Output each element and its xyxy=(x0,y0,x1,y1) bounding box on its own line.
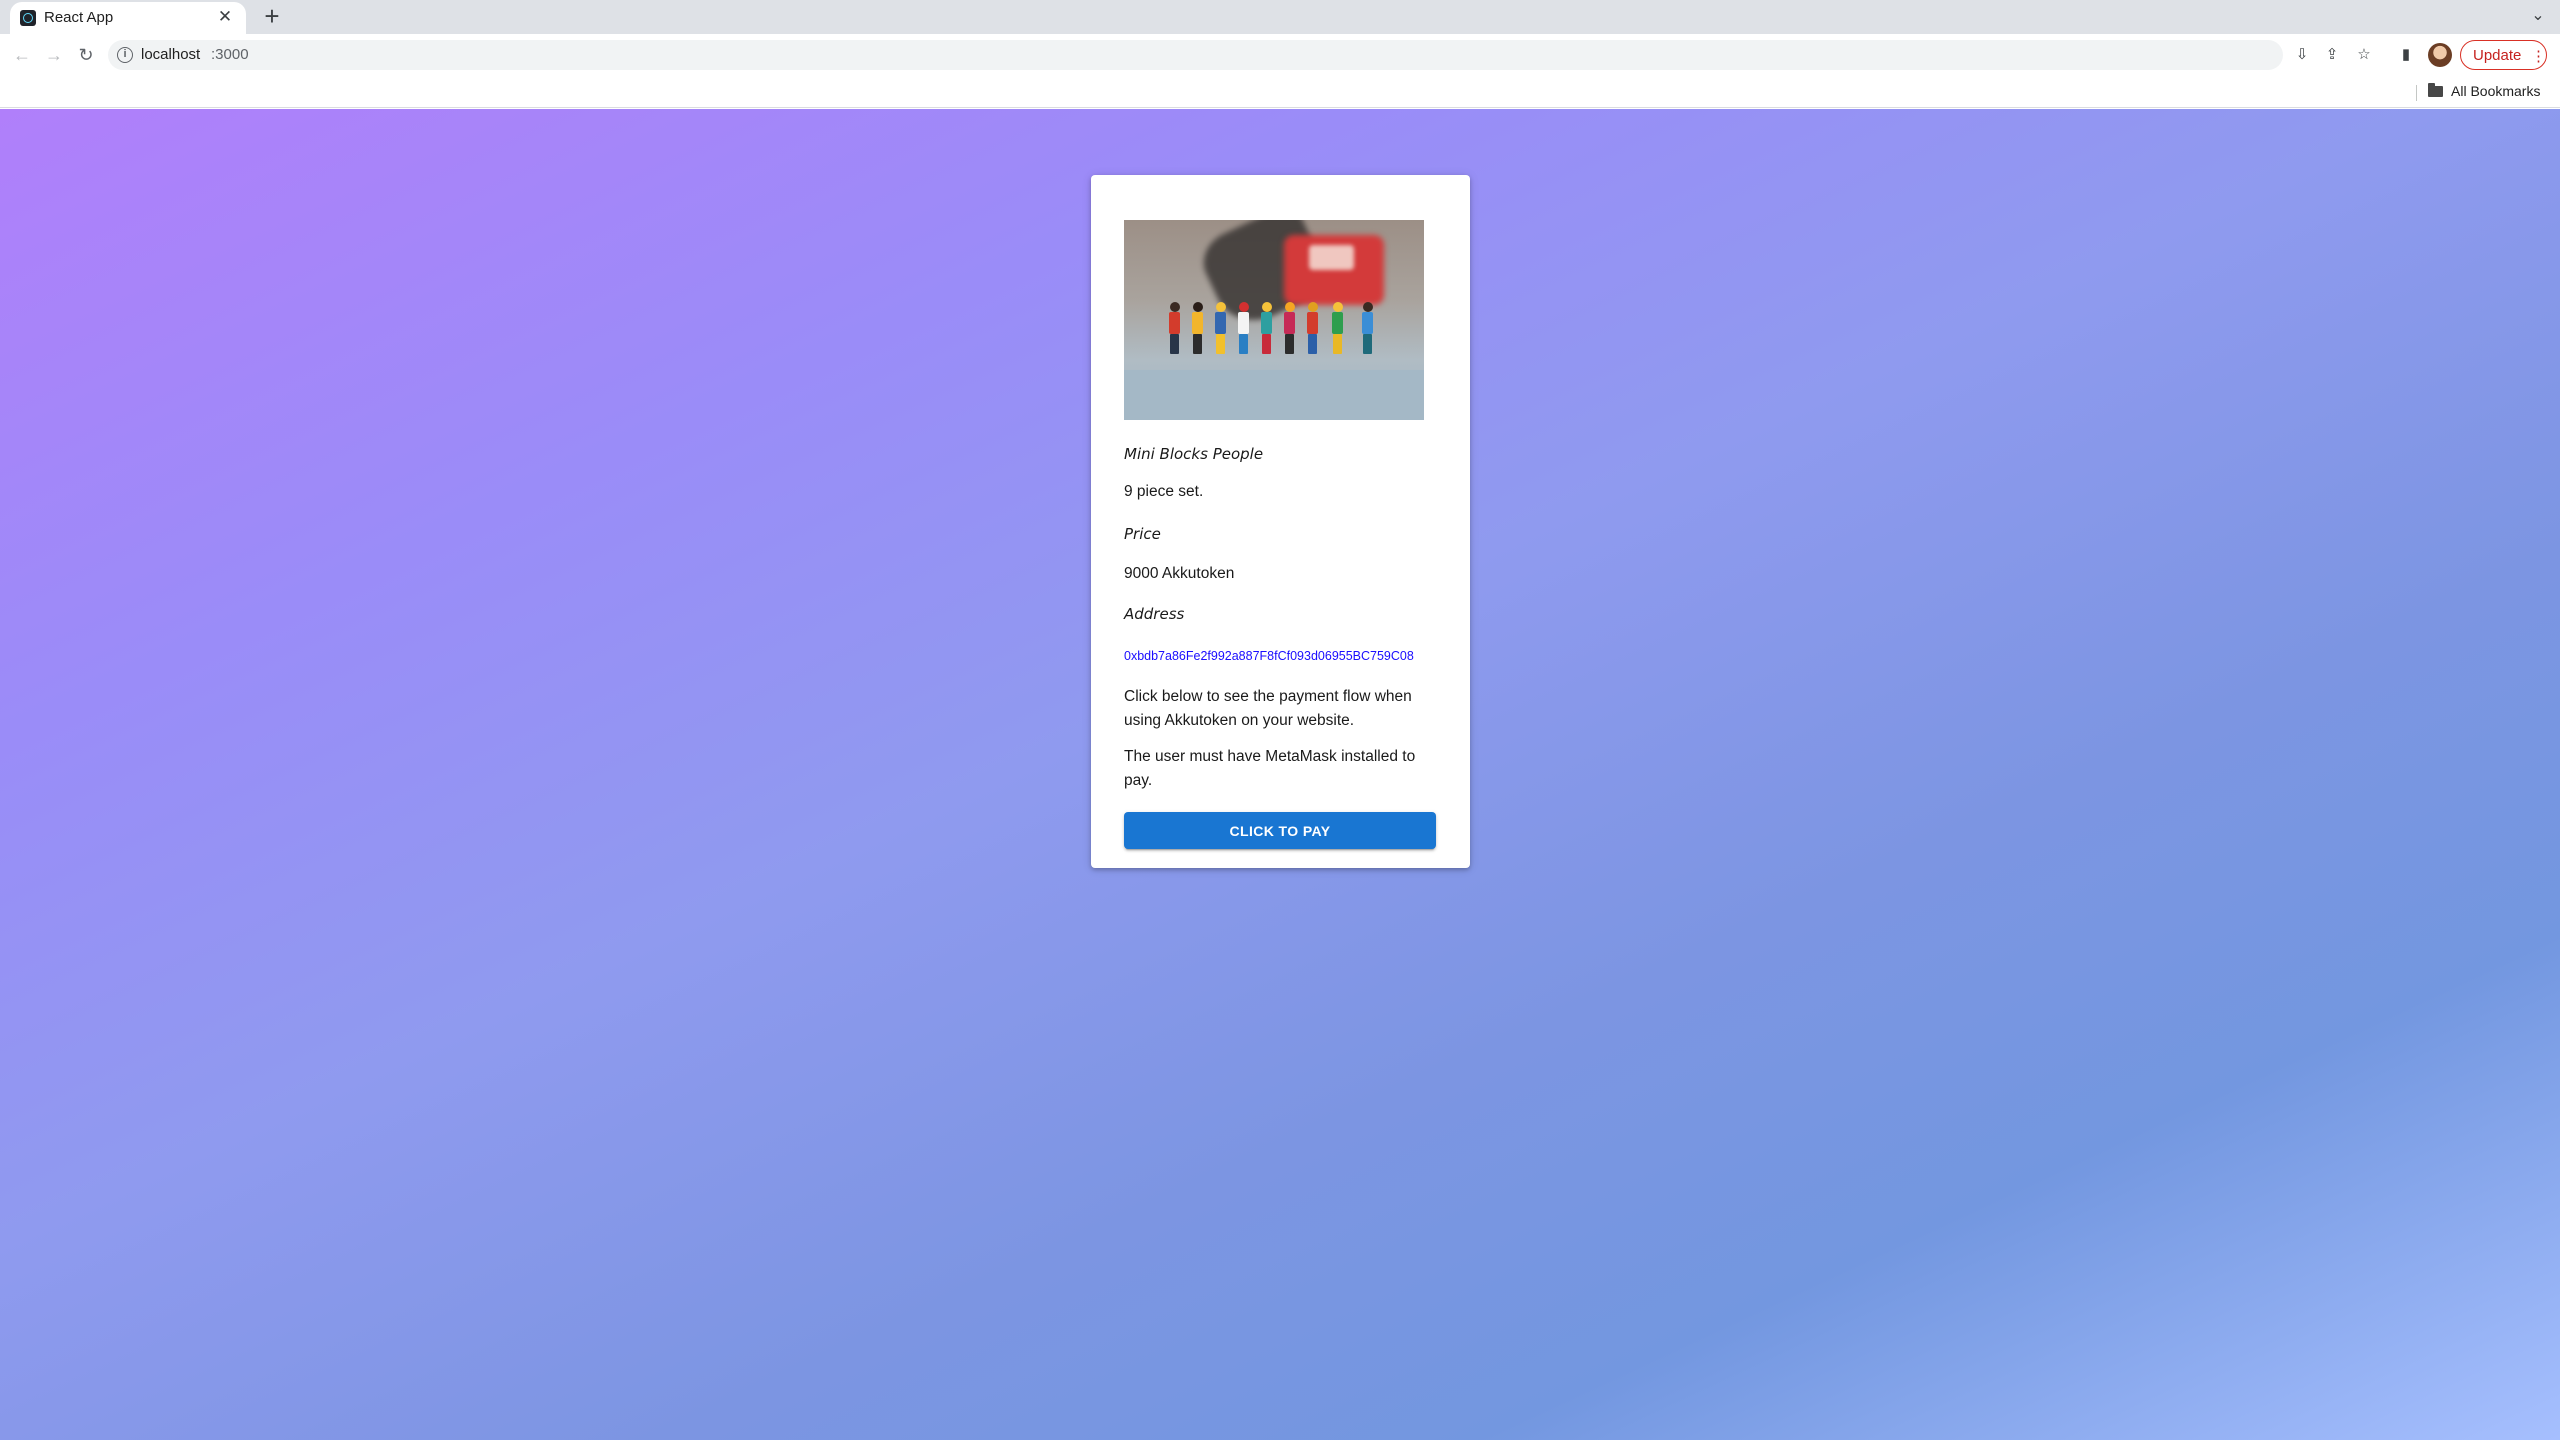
mini-figure xyxy=(1169,302,1180,356)
mini-figure xyxy=(1238,302,1249,356)
bookmarks-bar: All Bookmarks xyxy=(0,76,2560,108)
click-to-pay-button[interactable]: CLICK TO PAY xyxy=(1124,812,1436,849)
product-description: 9 piece set. xyxy=(1124,483,1204,500)
product-image xyxy=(1124,220,1424,420)
install-app-icon[interactable]: ⇩ xyxy=(2292,45,2312,65)
folder-icon xyxy=(2428,83,2443,97)
tab-strip: React App ✕ + ⌄ xyxy=(0,0,2560,34)
image-floor xyxy=(1124,370,1424,420)
mini-figure xyxy=(1284,302,1295,356)
image-vehicle-window xyxy=(1309,245,1354,270)
site-info-icon[interactable]: i xyxy=(117,47,133,63)
all-bookmarks-label: All Bookmarks xyxy=(2451,83,2541,99)
wallet-address[interactable]: 0xbdb7a86Fe2f992a887F8fCf093d06955BC759C… xyxy=(1124,649,1414,663)
reload-icon[interactable]: ↻ xyxy=(74,43,98,67)
mini-figure xyxy=(1332,302,1343,356)
mini-figure xyxy=(1192,302,1203,356)
side-panel-icon[interactable]: ▮ xyxy=(2396,45,2416,65)
tab-react-app[interactable]: React App ✕ xyxy=(10,2,246,34)
bookmark-star-icon[interactable]: ☆ xyxy=(2354,45,2374,65)
page-background: Mini Blocks People 9 piece set. Price 90… xyxy=(0,109,2560,1440)
tab-title: React App xyxy=(44,9,114,26)
url-port: :3000 xyxy=(211,46,249,63)
address-label: Address xyxy=(1124,605,1185,623)
forward-icon[interactable]: → xyxy=(42,43,66,67)
payment-flow-info: Click below to see the payment flow when… xyxy=(1124,688,1412,729)
price-value: 9000 Akkutoken xyxy=(1124,565,1235,582)
price-label: Price xyxy=(1124,525,1161,543)
mini-figure xyxy=(1362,302,1373,356)
product-name: Mini Blocks People xyxy=(1124,445,1264,463)
tab-close-icon[interactable]: ✕ xyxy=(214,6,236,28)
tab-search-chevron-icon[interactable]: ⌄ xyxy=(2526,4,2550,28)
back-icon[interactable]: ← xyxy=(10,43,34,67)
mini-figure xyxy=(1215,302,1226,356)
mini-figure xyxy=(1307,302,1318,356)
browser-toolbar: ← → ↻ i localhost :3000 ⇩ ⇪ ☆ ▮ Update ⋮ xyxy=(0,34,2560,76)
bookmarks-separator xyxy=(2416,85,2417,101)
url-host: localhost xyxy=(141,46,201,63)
product-card: Mini Blocks People 9 piece set. Price 90… xyxy=(1091,175,1470,868)
mini-figure xyxy=(1261,302,1272,356)
share-icon[interactable]: ⇪ xyxy=(2322,45,2342,65)
metamask-requirement-info: The user must have MetaMask installed to… xyxy=(1124,748,1416,789)
menu-dots-icon: ⋮ xyxy=(2531,48,2546,65)
react-favicon-icon xyxy=(20,10,36,26)
profile-avatar[interactable] xyxy=(2428,43,2452,67)
address-bar[interactable]: i localhost :3000 ⇩ ⇪ ☆ xyxy=(108,40,2371,70)
update-button[interactable]: Update ⋮ xyxy=(2460,40,2547,70)
new-tab-icon[interactable]: + xyxy=(258,2,286,30)
update-label: Update xyxy=(2473,47,2522,64)
